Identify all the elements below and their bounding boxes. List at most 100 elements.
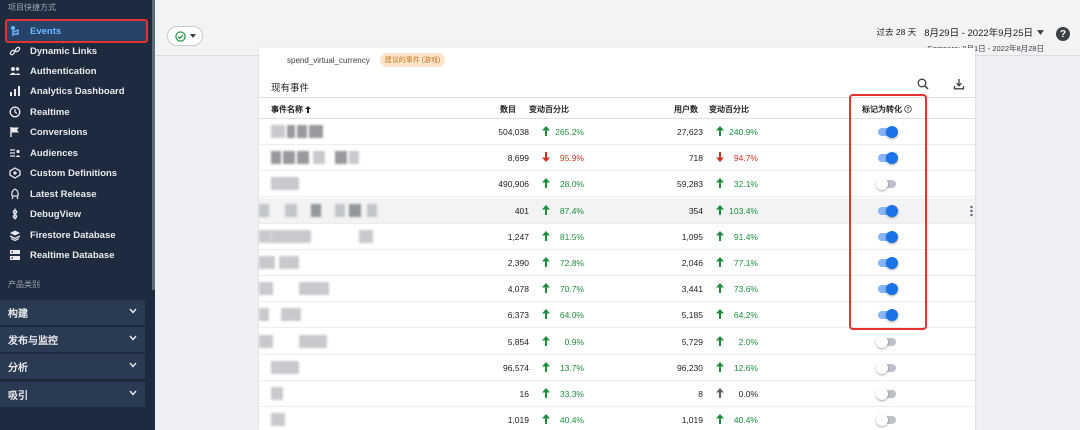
arrow-up-icon xyxy=(716,257,724,267)
sidebar-item-authentication[interactable]: Authentication xyxy=(0,61,152,81)
table-row[interactable]: 96,574 13.7% 96,230 12.6% xyxy=(259,355,975,381)
event-count-change: 13.7% xyxy=(559,362,584,373)
arrow-down-icon xyxy=(542,152,550,163)
events-icon xyxy=(8,24,22,38)
sidebar-group-label: 分析 xyxy=(8,363,28,374)
user-count-change: 73.6% xyxy=(733,284,758,295)
flag-icon xyxy=(8,125,22,139)
sidebar-item-label: Authentication xyxy=(30,65,97,77)
sidebar-item-debugview[interactable]: DebugView xyxy=(0,204,152,224)
event-count: 2,390 xyxy=(507,258,529,268)
sidebar-group-3[interactable]: 吸引 xyxy=(0,382,145,407)
redacted-event-name xyxy=(313,151,325,165)
sidebar-group-1[interactable]: 发布与监控 xyxy=(0,327,145,352)
event-count: 6,373 xyxy=(507,310,529,321)
event-count-change: 40.4% xyxy=(559,415,584,426)
sidebar-group-0[interactable]: 构建 xyxy=(0,300,145,325)
redacted-event-name xyxy=(335,151,347,165)
table-row[interactable]: 1,019 40.4% 1,019 40.4% xyxy=(259,407,975,430)
header-users-change[interactable]: 变动百分比 xyxy=(709,104,749,115)
sidebar-item-realtime[interactable]: Realtime xyxy=(0,102,152,122)
arrow-up-icon xyxy=(542,309,550,320)
sidebar-item-dynamic-links[interactable]: Dynamic Links xyxy=(0,41,152,61)
event-count: 8,699 xyxy=(507,153,529,164)
chevron-down-icon xyxy=(129,389,137,400)
redacted-event-name xyxy=(311,203,321,217)
user-count-change: 12.6% xyxy=(733,362,758,373)
user-count: 5,729 xyxy=(681,336,703,347)
user-count-change: 91.4% xyxy=(733,231,758,242)
conversion-toggle[interactable] xyxy=(876,388,898,400)
header-count-change[interactable]: 变动百分比 xyxy=(529,104,569,115)
arrow-up-icon xyxy=(716,414,724,425)
user-count: 1,095 xyxy=(681,231,703,242)
conversion-toggle[interactable] xyxy=(876,414,898,427)
sidebar-item-custom-definitions[interactable]: Custom Definitions xyxy=(0,163,152,183)
user-count: 718 xyxy=(688,153,703,164)
arrow-up-icon xyxy=(542,178,550,189)
redacted-event-name xyxy=(297,151,309,165)
table-row[interactable]: 16 33.3% 8 0.0% xyxy=(259,381,975,407)
arrow-up-icon xyxy=(542,388,550,398)
conversion-toggle[interactable] xyxy=(876,335,898,348)
arrow-up-icon xyxy=(542,230,550,241)
header-count[interactable]: 数目 xyxy=(500,104,516,115)
sidebar-item-firestore-database[interactable]: Firestore Database xyxy=(0,225,152,245)
search-icon[interactable] xyxy=(917,78,929,90)
chevron-down-icon xyxy=(129,307,137,318)
redacted-event-name xyxy=(259,203,269,217)
arrow-up-icon xyxy=(542,257,550,267)
people-icon xyxy=(8,64,22,78)
download-icon[interactable] xyxy=(953,78,965,90)
arrow-up-icon xyxy=(542,204,550,215)
redacted-event-name xyxy=(283,151,295,165)
redacted-event-name xyxy=(349,151,359,165)
conversion-toggle[interactable] xyxy=(876,361,898,374)
redacted-event-name xyxy=(349,203,361,217)
card-actions xyxy=(917,78,965,90)
redacted-event-name xyxy=(299,334,327,348)
event-count: 1,019 xyxy=(507,415,529,426)
event-count-change: 0.9% xyxy=(564,336,584,347)
redacted-event-name xyxy=(259,229,271,243)
sidebar-item-realtime-database[interactable]: Realtime Database xyxy=(0,245,152,265)
date-range-prefix: 过去 28 天 xyxy=(876,27,917,37)
user-count-change: 94.7% xyxy=(733,153,758,164)
redacted-event-name xyxy=(271,387,283,400)
arrow-up-icon xyxy=(716,126,724,136)
sidebar-group-label: 构建 xyxy=(8,309,28,320)
sidebar-item-analytics-dashboard[interactable]: Analytics Dashboard xyxy=(0,81,152,101)
user-count: 27,623 xyxy=(677,127,703,137)
event-count: 16 xyxy=(519,389,529,399)
user-count-change: 2.0% xyxy=(738,336,758,347)
sidebar-item-audiences[interactable]: Audiences xyxy=(0,143,152,163)
user-count: 1,019 xyxy=(681,415,703,426)
header-event-name[interactable]: 事件名称 xyxy=(271,104,312,115)
user-count: 5,185 xyxy=(681,310,703,321)
filter-button[interactable] xyxy=(167,26,203,46)
user-count: 96,230 xyxy=(677,362,703,373)
event-count-change: 28.0% xyxy=(559,179,584,190)
arrow-up-icon xyxy=(716,283,724,294)
sidebar-group-2[interactable]: 分析 xyxy=(0,354,145,379)
event-count: 4,078 xyxy=(507,284,529,295)
table-row[interactable]: 5,854 0.9% 5,729 2.0% xyxy=(259,329,975,355)
event-count-change: 64.0% xyxy=(559,310,584,321)
event-count-change: 70.7% xyxy=(559,284,584,295)
arrow-up-icon xyxy=(542,361,550,372)
help-icon[interactable]: ? xyxy=(1056,27,1070,41)
chevron-down-icon xyxy=(129,361,137,372)
event-count: 1,247 xyxy=(507,231,529,242)
user-count-change: 77.1% xyxy=(733,258,758,268)
suggested-event-chip: 建议的事件 (游戏) xyxy=(379,53,446,67)
sidebar-item-latest-release[interactable]: Latest Release xyxy=(0,184,152,204)
user-count: 8 xyxy=(698,389,703,399)
more-vert-icon[interactable] xyxy=(970,205,973,217)
sidebar-item-conversions[interactable]: Conversions xyxy=(0,122,152,142)
sidebar-item-label: Latest Release xyxy=(30,188,97,200)
redacted-event-name xyxy=(359,229,373,243)
sidebar-item-events[interactable]: Events xyxy=(0,21,152,41)
user-count: 2,046 xyxy=(681,258,703,268)
user-count-change: 32.1% xyxy=(733,179,758,190)
header-users[interactable]: 用户数 xyxy=(674,104,698,115)
